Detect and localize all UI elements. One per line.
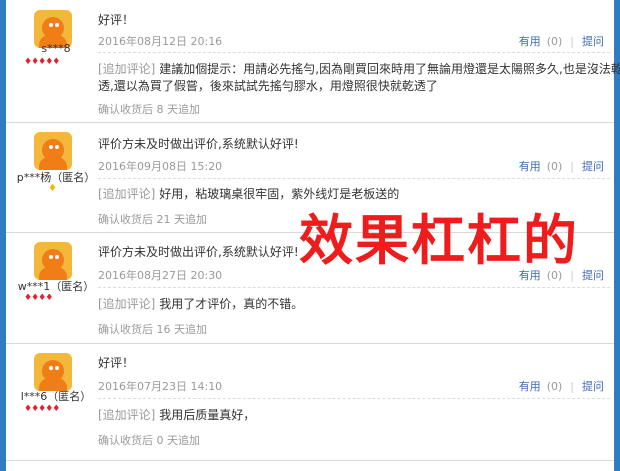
append-time: 确认收货后 8 天追加 [98, 103, 200, 116]
useful-button[interactable]: 有用 [519, 35, 541, 48]
append-review: [追加评论] 建議加個提示：用請必先搖勻,因為剛買回來時用了無論用燈還是太陽照多… [98, 61, 620, 78]
ask-button[interactable]: 提问 [582, 380, 604, 393]
divider [98, 398, 610, 399]
review-text: 好评！ [98, 356, 135, 370]
ask-button[interactable]: 提问 [582, 269, 604, 282]
useful-button[interactable]: 有用 [519, 380, 541, 393]
append-review: [追加评论] 我用后质量真好， [98, 407, 255, 424]
review-actions: 有用 (0) | 提问 [518, 160, 604, 173]
ask-button[interactable]: 提问 [582, 35, 604, 48]
append-tag: [追加评论] [98, 408, 156, 422]
divider [98, 178, 610, 179]
avatar-icon[interactable] [34, 132, 72, 170]
append-time: 确认收货后 21 天追加 [98, 213, 207, 226]
useful-count: (0) [546, 35, 563, 48]
review-date: 2016年08月27日 20:30 [98, 269, 223, 282]
red-diamond-rank-icon: ♦♦♦♦ [24, 293, 53, 303]
review-text: 评价方未及时做出评价,系统默认好评! [98, 245, 299, 259]
reviewer-name: p***杨（匿名） [16, 171, 96, 184]
gold-diamond-rank-icon: ♦ [48, 183, 57, 194]
append-text-line: 我用后质量真好， [159, 408, 256, 422]
append-text-line: 透,還以為買了假嘗，後來試試先搖勻膠水，用燈照很快就乾透了 [98, 79, 438, 93]
useful-count: (0) [546, 160, 563, 173]
ask-button[interactable]: 提问 [582, 160, 604, 173]
append-text-line: 我用了才评价，真的不错。 [159, 297, 304, 311]
review-actions: 有用 (0) | 提问 [518, 380, 604, 393]
append-time: 确认收货后 0 天追加 [98, 434, 200, 447]
append-text-line: 建議加個提示：用請必先搖勻,因為剛買回來時用了無論用燈還是太陽照多久,也是沒法乾 [159, 62, 620, 76]
reviewer-name: l***6（匿名） [20, 390, 92, 403]
append-tag: [追加评论] [98, 187, 156, 201]
promo-overlay-text: 效果杠杠的 [299, 208, 579, 272]
review-date: 2016年09月08日 15:20 [98, 160, 223, 173]
review-actions: 有用 (0) | 提问 [518, 35, 604, 48]
divider [98, 287, 610, 288]
useful-count: (0) [546, 380, 563, 393]
review-text: 评价方未及时做出评价,系统默认好评! [98, 137, 299, 151]
reviews-panel: s***8 ♦♦♦♦♦ 好评！ 2016年08月12日 20:16 有用 (0) |… [6, 0, 620, 471]
divider [98, 52, 610, 53]
append-tag: [追加评论] [98, 62, 156, 76]
review-item: l***6（匿名） ♦♦♦♦♦ 好评！ 2016年07月23日 14:10 有用… [6, 344, 614, 461]
reviewer-name: s***8 [41, 42, 71, 55]
review-item: s***8 ♦♦♦♦♦ 好评！ 2016年08月12日 20:16 有用 (0) |… [6, 0, 620, 123]
avatar-icon[interactable] [34, 242, 72, 280]
append-review: [追加评论] 我用了才评价，真的不错。 [98, 296, 303, 313]
append-tag: [追加评论] [98, 297, 156, 311]
reviewer-name: w***1（匿名） [17, 280, 95, 293]
review-date: 2016年08月12日 20:16 [98, 35, 223, 48]
red-diamond-rank-icon: ♦♦♦♦♦ [24, 404, 60, 414]
useful-button[interactable]: 有用 [519, 160, 541, 173]
review-date: 2016年07月23日 14:10 [98, 380, 223, 393]
append-time: 确认收货后 16 天追加 [98, 323, 207, 336]
review-text: 好评！ [98, 13, 135, 27]
avatar-icon[interactable] [34, 353, 72, 391]
red-diamond-rank-icon: ♦♦♦♦♦ [24, 57, 60, 67]
